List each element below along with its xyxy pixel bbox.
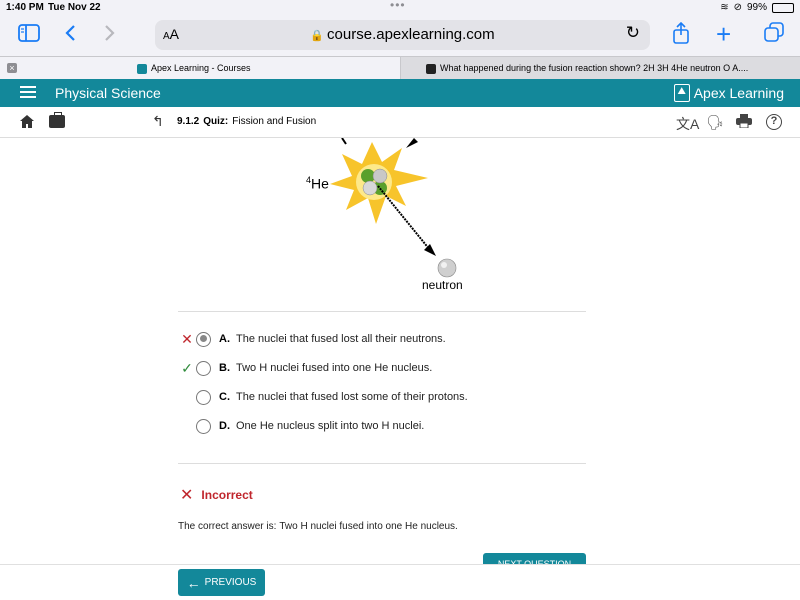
radio-button[interactable]: [196, 331, 211, 347]
lock-icon: 🔒: [310, 30, 325, 42]
apex-favicon-icon: [137, 63, 147, 74]
radio-button[interactable]: [196, 389, 211, 405]
browser-tabs: × Apex Learning - Courses What happened …: [0, 56, 800, 79]
answer-option-c[interactable]: C. The nuclei that fused lost some of th…: [178, 386, 468, 408]
tab-title: Apex Learning - Courses: [151, 63, 251, 73]
menu-icon[interactable]: [20, 86, 36, 100]
correct-answer-text: The correct answer is: Two H nuclei fused…: [178, 521, 458, 532]
divider: [178, 311, 586, 312]
multitasking-dots-icon[interactable]: •••: [390, 0, 406, 12]
apex-logo-icon: ⛰: [673, 84, 690, 102]
share-icon[interactable]: [672, 21, 690, 52]
incorrect-mark-icon: ✕: [181, 330, 193, 347]
neutron-particle: [362, 180, 378, 196]
incorrect-icon: ✕: [180, 487, 194, 504]
radio-button[interactable]: [196, 360, 211, 376]
incoming-arrow-left: [341, 137, 347, 145]
divider: [178, 463, 586, 464]
previous-button[interactable]: ← PREVIOUS: [178, 569, 265, 596]
reload-icon[interactable]: ↻: [626, 23, 640, 43]
print-icon[interactable]: [736, 114, 752, 131]
neutron-trajectory: [377, 185, 431, 251]
neutron-label: neutron: [422, 278, 463, 292]
quiz-footer: ← PREVIOUS: [0, 564, 800, 600]
tab-brainly-question[interactable]: What happened during the fusion reaction…: [400, 57, 800, 79]
close-tab-icon[interactable]: ×: [7, 63, 17, 73]
quiz-title: 9.1.2 Quiz: Fission and Fusion: [177, 116, 317, 127]
emitted-neutron: [437, 258, 457, 278]
help-icon[interactable]: ?: [766, 114, 782, 130]
browser-toolbar: AA 🔒 course.apexlearning.com ↻ +: [0, 16, 800, 56]
status-indicators: ≋ ⊘ 99%: [720, 2, 794, 13]
battery-icon: [772, 2, 794, 13]
tab-apex-courses[interactable]: × Apex Learning - Courses: [0, 57, 400, 79]
brainly-favicon-icon: [426, 63, 436, 74]
briefcase-icon[interactable]: [49, 112, 65, 128]
answer-option-a[interactable]: ✕ A. The nuclei that fused lost all thei…: [178, 328, 446, 350]
radio-button[interactable]: [196, 418, 211, 434]
ios-status-bar: 1:40 PM Tue Nov 22 ••• ≋ ⊘ 99%: [0, 0, 800, 16]
app-header: Physical Science ⛰ Apex Learning: [0, 79, 800, 107]
address-bar[interactable]: AA 🔒 course.apexlearning.com ↻: [155, 20, 650, 50]
answer-option-d[interactable]: D. One He nucleus split into two H nucle…: [178, 415, 424, 437]
arrow-left-icon: ←: [186, 574, 201, 591]
tab-title: What happened during the fusion reaction…: [440, 63, 749, 73]
fusion-diagram-graphic: [330, 137, 457, 278]
forward-button[interactable]: [104, 22, 116, 50]
orientation-lock-icon: ⊘: [733, 2, 742, 13]
course-title: Physical Science: [55, 85, 161, 101]
fusion-diagram: 4He neutron: [290, 137, 500, 298]
sidebar-toggle-icon[interactable]: [18, 22, 40, 50]
tabs-overview-icon[interactable]: [764, 22, 784, 50]
quiz-subheader: ↰ 9.1.2 Quiz: Fission and Fusion 文A 🗣 ?: [0, 107, 800, 138]
url-text: course.apexlearning.com: [327, 26, 495, 43]
quiz-content: 4He neutron ✕ A. The nuclei that fused l…: [0, 137, 800, 569]
translate-icon[interactable]: 文A: [676, 114, 699, 134]
result-label: Incorrect: [201, 488, 253, 502]
helium-label: 4He: [306, 175, 329, 192]
text-to-speech-icon[interactable]: 🗣: [706, 114, 724, 131]
back-button[interactable]: [64, 22, 76, 50]
correct-check-icon: ✓: [181, 359, 193, 376]
status-time: 1:40 PM: [6, 2, 44, 13]
home-icon[interactable]: [19, 114, 35, 134]
new-tab-icon[interactable]: +: [716, 20, 731, 48]
wifi-icon: ≋: [720, 2, 729, 13]
neutron-particle: [372, 168, 388, 184]
status-date: Tue Nov 22: [48, 2, 101, 13]
incoming-arrow-right: [406, 138, 418, 148]
result-status: ✕ Incorrect: [180, 485, 253, 505]
answer-option-b[interactable]: ✓ B. Two H nuclei fused into one He nucl…: [178, 357, 432, 379]
battery-percent: 99%: [746, 2, 767, 13]
apex-logo: ⛰ Apex Learning: [673, 84, 784, 102]
up-level-icon[interactable]: ↰: [152, 113, 164, 130]
